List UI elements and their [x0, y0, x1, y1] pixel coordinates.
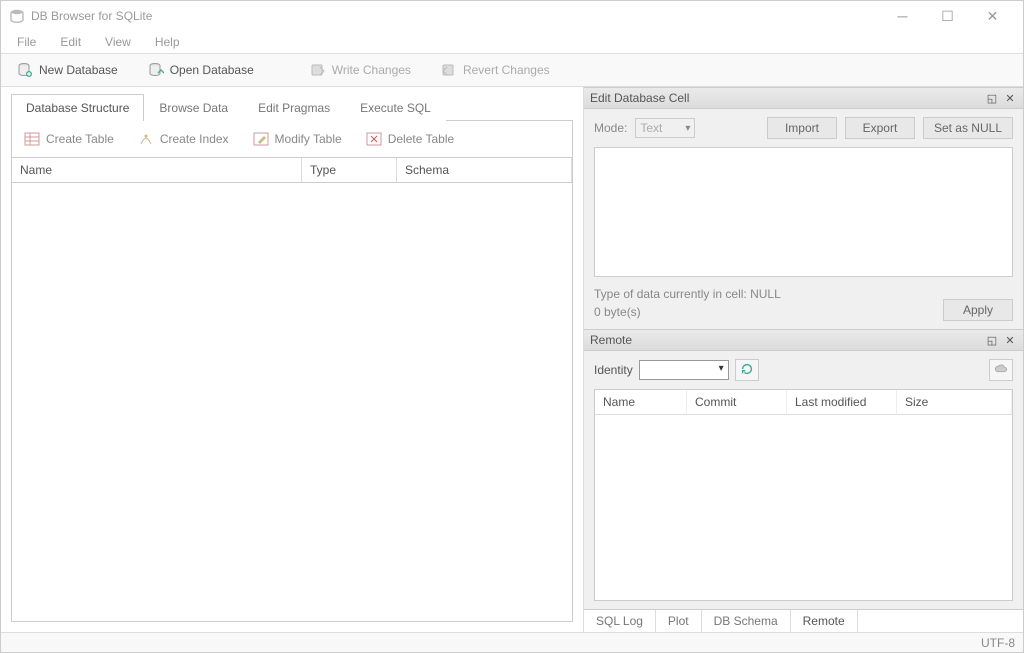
identity-refresh-button[interactable] — [735, 359, 759, 381]
main-area: Database Structure Browse Data Edit Prag… — [1, 87, 1023, 632]
remote-table-header: Name Commit Last modified Size — [595, 390, 1012, 415]
remote-col-commit[interactable]: Commit — [687, 390, 787, 414]
create-table-button[interactable]: Create Table — [18, 129, 120, 149]
tab-execute-sql[interactable]: Execute SQL — [345, 94, 446, 121]
tab-plot[interactable]: Plot — [656, 610, 702, 632]
app-title: DB Browser for SQLite — [31, 9, 880, 23]
left-pane: Database Structure Browse Data Edit Prag… — [1, 87, 583, 632]
identity-label: Identity — [594, 363, 633, 377]
open-database-button[interactable]: Open Database — [140, 59, 262, 81]
new-database-button[interactable]: New Database — [9, 59, 126, 81]
remote-float-icon[interactable]: ◱ — [985, 333, 999, 347]
set-null-button[interactable]: Set as NULL — [923, 117, 1013, 139]
col-type[interactable]: Type — [302, 158, 397, 182]
app-window: DB Browser for SQLite ─ ☐ ✕ File Edit Vi… — [0, 0, 1024, 653]
menu-help[interactable]: Help — [145, 33, 190, 51]
new-database-icon — [17, 62, 33, 78]
edit-cell-panel: Edit Database Cell ◱ ✕ Mode: Text Import… — [584, 87, 1023, 329]
open-database-icon — [148, 62, 164, 78]
apply-button[interactable]: Apply — [943, 299, 1013, 321]
identity-select[interactable] — [639, 360, 729, 380]
tab-sql-log[interactable]: SQL Log — [584, 610, 656, 632]
table-icon — [24, 131, 40, 147]
tab-edit-pragmas[interactable]: Edit Pragmas — [243, 94, 345, 121]
remote-body: Identity Name Commit — [584, 351, 1023, 609]
new-database-label: New Database — [39, 63, 118, 77]
cell-info-line2: 0 byte(s) — [594, 303, 933, 321]
mode-select[interactable]: Text — [635, 118, 695, 138]
remote-col-size[interactable]: Size — [897, 390, 1012, 414]
delete-table-button[interactable]: Delete Table — [360, 129, 461, 149]
export-button[interactable]: Export — [845, 117, 915, 139]
refresh-icon — [740, 362, 754, 379]
main-toolbar: New Database Open Database Write Changes… — [1, 53, 1023, 87]
tab-browse-data[interactable]: Browse Data — [144, 94, 243, 121]
menu-view[interactable]: View — [95, 33, 141, 51]
remote-table: Name Commit Last modified Size — [594, 389, 1013, 601]
menu-edit[interactable]: Edit — [50, 33, 91, 51]
delete-table-label: Delete Table — [388, 132, 455, 146]
menubar: File Edit View Help — [1, 31, 1023, 53]
create-index-label: Create Index — [160, 132, 229, 146]
edit-cell-header: Edit Database Cell ◱ ✕ — [584, 87, 1023, 109]
cell-info-text: Type of data currently in cell: NULL 0 b… — [594, 285, 933, 321]
maximize-button[interactable]: ☐ — [925, 2, 970, 30]
cell-info-row: Type of data currently in cell: NULL 0 b… — [594, 285, 1013, 321]
right-pane: Edit Database Cell ◱ ✕ Mode: Text Import… — [583, 87, 1023, 632]
write-changes-label: Write Changes — [332, 63, 411, 77]
write-changes-button[interactable]: Write Changes — [302, 59, 419, 81]
statusbar: UTF-8 — [1, 632, 1023, 652]
revert-changes-icon — [441, 62, 457, 78]
revert-changes-button[interactable]: Revert Changes — [433, 59, 558, 81]
structure-tree-header: Name Type Schema — [11, 158, 573, 183]
mode-label: Mode: — [594, 121, 627, 135]
app-icon — [9, 8, 25, 24]
cell-info-line1: Type of data currently in cell: NULL — [594, 285, 933, 303]
window-buttons: ─ ☐ ✕ — [880, 2, 1015, 30]
modify-table-button[interactable]: Modify Table — [247, 129, 348, 149]
edit-cell-title: Edit Database Cell — [590, 91, 981, 105]
main-tabs: Database Structure Browse Data Edit Prag… — [11, 93, 573, 121]
minimize-button[interactable]: ─ — [880, 2, 925, 30]
index-icon — [138, 131, 154, 147]
edit-cell-close-icon[interactable]: ✕ — [1003, 91, 1017, 105]
remote-identity-row: Identity — [594, 359, 1013, 381]
edit-cell-body: Mode: Text Import Export Set as NULL Typ… — [584, 109, 1023, 329]
tab-remote[interactable]: Remote — [791, 610, 858, 632]
remote-col-name[interactable]: Name — [595, 390, 687, 414]
bottom-tabs: SQL Log Plot DB Schema Remote — [584, 609, 1023, 632]
edit-cell-float-icon[interactable]: ◱ — [985, 91, 999, 105]
delete-table-icon — [366, 131, 382, 147]
cloud-icon — [994, 362, 1008, 379]
col-schema[interactable]: Schema — [397, 158, 572, 182]
menu-file[interactable]: File — [7, 33, 46, 51]
modify-table-label: Modify Table — [275, 132, 342, 146]
titlebar: DB Browser for SQLite ─ ☐ ✕ — [1, 1, 1023, 31]
write-changes-icon — [310, 62, 326, 78]
close-button[interactable]: ✕ — [970, 2, 1015, 30]
remote-header: Remote ◱ ✕ — [584, 329, 1023, 351]
edit-cell-controls: Mode: Text Import Export Set as NULL — [594, 117, 1013, 139]
open-database-label: Open Database — [170, 63, 254, 77]
status-encoding: UTF-8 — [981, 636, 1015, 650]
remote-panel: Remote ◱ ✕ Identity — [584, 329, 1023, 632]
structure-tree-body — [11, 183, 573, 622]
mode-value: Text — [640, 121, 662, 135]
remote-title: Remote — [590, 333, 981, 347]
cell-editor-textarea[interactable] — [594, 147, 1013, 277]
create-index-button[interactable]: Create Index — [132, 129, 235, 149]
remote-close-icon[interactable]: ✕ — [1003, 333, 1017, 347]
tab-db-schema[interactable]: DB Schema — [702, 610, 791, 632]
structure-toolbar: Create Table Create Index Modify Table D… — [11, 121, 573, 158]
modify-table-icon — [253, 131, 269, 147]
col-name[interactable]: Name — [12, 158, 302, 182]
remote-push-button[interactable] — [989, 359, 1013, 381]
revert-changes-label: Revert Changes — [463, 63, 550, 77]
import-button[interactable]: Import — [767, 117, 837, 139]
remote-col-last-modified[interactable]: Last modified — [787, 390, 897, 414]
tab-database-structure[interactable]: Database Structure — [11, 94, 144, 121]
create-table-label: Create Table — [46, 132, 114, 146]
